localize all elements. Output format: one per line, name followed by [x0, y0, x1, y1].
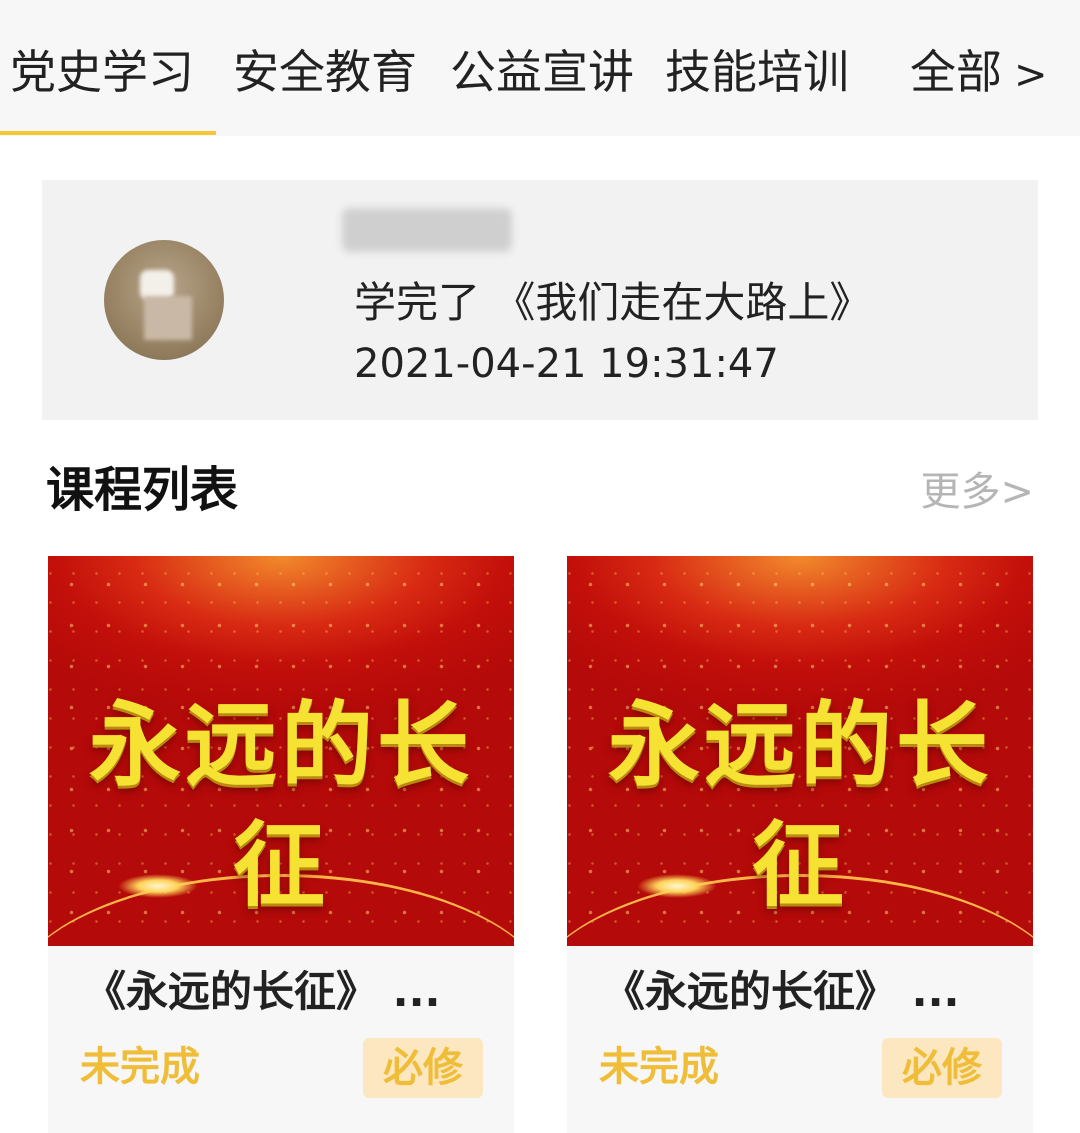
tab-party-history[interactable]: 党史学习: [10, 40, 194, 104]
course-status: 未完成: [80, 1044, 200, 1090]
activity-message: 学完了 《我们走在大路上》: [354, 278, 872, 327]
course-status: 未完成: [599, 1044, 719, 1090]
thumbnail-banner-text: 永远的长征: [607, 692, 992, 919]
category-tab-bar: 党史学习 安全教育 公益宣讲 技能培训 全部 >: [0, 0, 1080, 136]
tab-safety-education[interactable]: 安全教育: [233, 40, 417, 104]
activity-timestamp: 2021-04-21 19:31:47: [354, 341, 779, 387]
active-tab-indicator: [0, 131, 216, 135]
tab-all-button[interactable]: 全部 >: [910, 40, 1048, 107]
course-thumbnail[interactable]: 永远的长征: [48, 556, 514, 946]
more-link[interactable]: 更多>: [920, 462, 1034, 522]
course-title[interactable]: 《永远的长征》 ...: [603, 960, 960, 1024]
course-card[interactable]: 永远的长征 《永远的长征》 ... 未完成 必修: [48, 556, 514, 1133]
required-badge: 必修: [363, 1038, 483, 1098]
username-blurred: [342, 208, 512, 252]
thumbnail-banner-text: 永远的长征: [88, 692, 473, 919]
tab-all-label: 全部: [910, 45, 1002, 99]
tab-skill-training[interactable]: 技能培训: [665, 40, 849, 104]
chevron-right-icon: >: [1014, 52, 1048, 98]
course-title[interactable]: 《永远的长征》 ...: [84, 960, 441, 1024]
required-badge: 必修: [882, 1038, 1002, 1098]
section-title: 课程列表: [46, 462, 239, 518]
course-card[interactable]: 永远的长征 《永远的长征》 ... 未完成 必修: [567, 556, 1033, 1133]
tab-public-lecture[interactable]: 公益宣讲: [450, 40, 634, 104]
avatar: [104, 240, 224, 360]
recent-activity-card[interactable]: 学完了 《我们走在大路上》 2021-04-21 19:31:47: [42, 180, 1038, 420]
avatar-blur-lower: [144, 296, 192, 340]
course-thumbnail[interactable]: 永远的长征: [567, 556, 1033, 946]
